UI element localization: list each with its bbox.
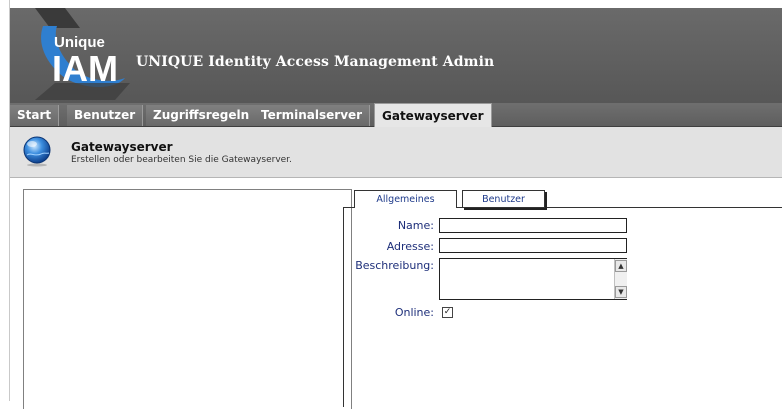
tab-form-benutzer[interactable]: Benutzer [462,190,545,208]
tab-start[interactable]: Start [10,105,60,126]
tab-terminalserver[interactable]: Terminalserver [254,105,371,126]
name-label: Name: [397,219,434,232]
app-header: Unique IAM UNIQUE Identity Access Manage… [10,8,782,103]
section-title: Gatewayserver [71,140,173,154]
form-left-border [343,207,344,407]
name-input[interactable] [439,218,627,233]
app-frame: Unique IAM UNIQUE Identity Access Manage… [9,0,782,409]
app-title: UNIQUE Identity Access Management Admin [136,54,495,70]
address-input[interactable] [439,238,627,253]
tab-zugriffsregeln[interactable]: Zugriffsregeln [146,105,258,126]
online-checkbox[interactable]: ✓ [442,307,453,318]
tab-gatewayserver[interactable]: Gatewayserver [374,103,492,127]
scroll-down-icon[interactable]: ▼ [615,286,627,298]
unique-iam-logo: Unique IAM [35,8,130,103]
form-top-border-right [545,207,782,208]
description-textarea[interactable]: ▲ ▼ [439,258,627,300]
gateway-list-panel[interactable] [23,189,352,409]
address-label: Adresse: [386,240,434,253]
tab-benutzer[interactable]: Benutzer [67,105,144,126]
tab-allgemeines[interactable]: Allgemeines [354,190,457,208]
checkmark-icon: ✓ [443,307,452,317]
section-subtitle: Erstellen oder bearbeiten Sie die Gatewa… [71,155,292,165]
globe-icon [21,135,53,167]
description-label: Beschreibung: [355,259,434,272]
main-tab-bar: Start Benutzer Zugriffsregeln Terminalse… [10,103,782,127]
description-scrollbar[interactable]: ▲ ▼ [614,259,627,299]
form-top-border-left [343,207,354,208]
scroll-up-icon[interactable]: ▲ [615,260,627,272]
online-label: Online: [394,306,434,319]
logo-text-iam: IAM [52,48,118,89]
section-header: Gatewayserver Erstellen oder bearbeiten … [10,127,782,178]
